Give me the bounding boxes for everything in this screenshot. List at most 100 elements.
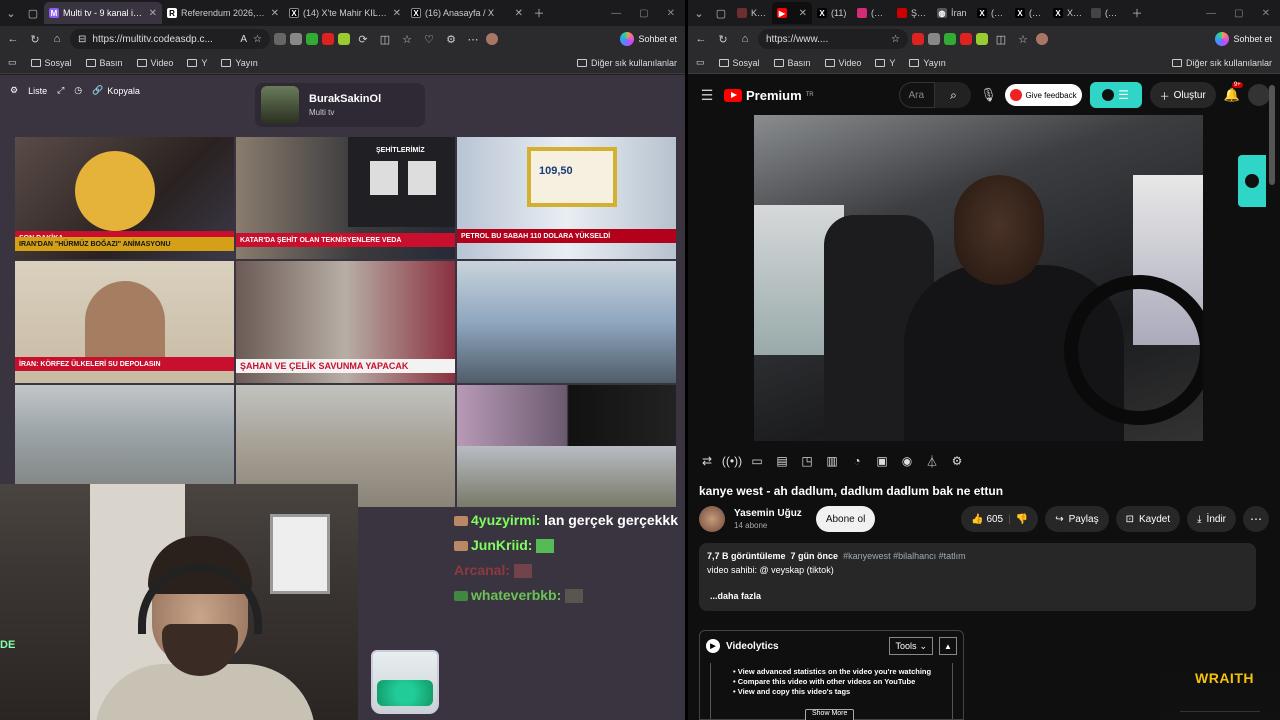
split-view-icon[interactable]: ◫ (376, 30, 394, 48)
tv-tile-5[interactable]: ŞAHAN VE ÇELİK SAVUNMA YAPACAK (236, 261, 455, 383)
new-tab-icon[interactable]: ＋ (528, 2, 550, 24)
image-icon[interactable]: ▣ (873, 452, 891, 470)
copilot-button[interactable]: Sohbet et (1215, 32, 1276, 46)
maximize-icon[interactable]: ▢ (1234, 8, 1243, 19)
settings-button[interactable]: ⚙ (10, 85, 18, 96)
close-tab-icon[interactable]: ✕ (393, 8, 401, 19)
speed-icon[interactable]: ◔ (848, 452, 866, 470)
refresh-icon[interactable]: ↻ (714, 30, 732, 48)
create-button[interactable]: ＋ Oluştur (1149, 82, 1216, 108)
bookmark-folder-y[interactable]: Y (187, 58, 207, 68)
other-bookmarks-folder[interactable]: Diğer sık kullanılanlar (576, 58, 677, 68)
search-input[interactable]: Ara (899, 82, 936, 108)
youtube-logo[interactable]: Premium TR (724, 88, 814, 103)
workspaces-icon[interactable]: ▢ (22, 2, 44, 24)
refresh-ext-icon[interactable]: ⟳ (354, 30, 372, 48)
tools-dropdown[interactable]: Tools ⌄ (889, 637, 933, 655)
extension-icon[interactable] (290, 33, 302, 45)
favorite-star-icon[interactable]: ☆ (253, 34, 262, 45)
tab-sanli[interactable]: Şanlı (892, 2, 932, 24)
tab-x-3[interactable]: X (9) B (1010, 2, 1048, 24)
like-button[interactable]: 👍 605 (971, 514, 1003, 525)
hamburger-menu-icon[interactable]: ☰ (698, 86, 716, 104)
extensions-icon[interactable]: ⚙ (442, 30, 460, 48)
url-field[interactable]: ⊟ https://multitv.codeasdp.c... A ☆ (70, 29, 270, 49)
microphone-icon[interactable]: 🎙 (979, 86, 997, 104)
extension-icon[interactable] (338, 33, 350, 45)
description-box[interactable]: 7,7 B görüntüleme 7 gün önce #kanyewest … (699, 543, 1256, 611)
tab-x-mahir[interactable]: X (14) X'te Mahir KILIÇ: "C ✕ (284, 2, 406, 24)
share-button[interactable]: ↪ Paylaş (1045, 506, 1109, 532)
tab-multitv[interactable]: M Multi tv - 9 kanal izleni ✕ (44, 2, 162, 24)
close-tab-icon[interactable]: ✕ (799, 8, 807, 19)
channel-avatar[interactable] (699, 506, 725, 532)
other-bookmarks-folder[interactable]: Diğer sık kullanılanlar (1171, 58, 1272, 68)
dislike-button[interactable]: 👎 (1016, 514, 1028, 525)
close-window-icon[interactable]: ✕ (667, 8, 675, 19)
extension-menu-button[interactable]: ☰ (1089, 82, 1142, 108)
bookmarks-toggle-icon[interactable]: ▭ (696, 57, 705, 68)
video-player[interactable] (754, 115, 1203, 441)
fullscreen-button[interactable]: ⤢ (57, 85, 64, 96)
tab-menu-icon[interactable]: ⌄ (0, 2, 22, 24)
favorites-icon[interactable]: ☆ (1014, 30, 1032, 48)
bookmark-folder-basin[interactable]: Basın (85, 58, 123, 68)
subtitles-icon[interactable]: ▭ (748, 452, 766, 470)
tab-referendum[interactable]: R Referendum 2026, oggi ✕ (162, 2, 284, 24)
close-window-icon[interactable]: ✕ (1262, 8, 1270, 19)
bookmark-folder-yayin[interactable]: Yayın (909, 58, 946, 68)
tab-youtube[interactable]: ▶ ✕ (772, 2, 812, 24)
download-button[interactable]: ⤓ İndir (1187, 506, 1236, 532)
tv-tile-2[interactable]: ŞEHİTLERİMİZ KATAR'DA ŞEHİT OLAN TEKNİSY… (236, 137, 455, 259)
search-button[interactable]: ⌕ (935, 82, 972, 108)
tab-x-4[interactable]: X X'te (1048, 2, 1086, 24)
notifications-button[interactable]: 🔔 9+ (1224, 82, 1243, 103)
tab-menu-icon[interactable]: ⌄ (688, 2, 710, 24)
bookmark-folder-sosyal[interactable]: Sosyal (718, 58, 760, 68)
account-avatar[interactable] (1248, 84, 1270, 106)
save-button[interactable]: ⊡ Kaydet (1115, 506, 1181, 532)
workspaces-icon[interactable]: ▢ (710, 2, 732, 24)
favorites-icon[interactable]: ☆ (398, 30, 416, 48)
show-more-link[interactable]: ...daha fazla (710, 591, 761, 601)
tab-kick[interactable]: Kick (732, 2, 772, 24)
more-actions-button[interactable]: ⋯ (1243, 506, 1269, 532)
screenshot-icon[interactable]: ◉ (898, 452, 916, 470)
tab-x-home[interactable]: X (16) Anasayfa / X ✕ (406, 2, 528, 24)
settings-gear-icon[interactable]: ⚙ (948, 452, 966, 470)
minimize-icon[interactable]: — (1206, 8, 1216, 19)
filter-icon[interactable]: ⏃ (923, 452, 941, 470)
hashtags[interactable]: #kanyewest #bilalhancı #tatlım (843, 551, 966, 561)
bookmark-folder-y[interactable]: Y (875, 58, 895, 68)
back-icon[interactable]: ← (692, 30, 710, 48)
extension-icon[interactable] (944, 33, 956, 45)
back-icon[interactable]: ← (4, 30, 22, 48)
collapse-button[interactable]: ▲ (939, 637, 957, 655)
profile-avatar[interactable] (486, 33, 498, 45)
scrollbar[interactable] (1269, 85, 1275, 185)
tv-tile-1[interactable]: SON DAKİKA IRAN'DAN "HÜRMÜZ BOĞAZI" ANİM… (15, 137, 234, 259)
bookmark-folder-basin[interactable]: Basın (773, 58, 811, 68)
tab-instagram-2[interactable]: (2) In (1086, 2, 1126, 24)
site-info-icon[interactable]: ⊟ (78, 34, 86, 45)
bookmark-folder-video[interactable]: Video (824, 58, 861, 68)
bookmark-folder-video[interactable]: Video (136, 58, 173, 68)
extension-icon[interactable] (912, 33, 924, 45)
bookmark-folder-yayin[interactable]: Yayın (221, 58, 258, 68)
tab-x-1[interactable]: X (11) (812, 2, 852, 24)
tv-tile-6[interactable] (457, 261, 676, 383)
copy-button[interactable]: 🔗 Kopyala (92, 85, 140, 96)
side-extension-badge[interactable] (1238, 155, 1266, 207)
extension-icon[interactable] (976, 33, 988, 45)
tv-tile-4[interactable]: İRAN: KÖRFEZ ÜLKELERİ SU DEPOLASIN (15, 261, 234, 383)
home-icon[interactable]: ⌂ (736, 30, 754, 48)
copilot-button[interactable]: Sohbet et (620, 32, 681, 46)
extension-icon[interactable] (960, 33, 972, 45)
channel-card[interactable]: BurakSakinOl Multi tv (255, 83, 425, 127)
loop-icon[interactable]: ⇄ (698, 452, 716, 470)
profile-avatar[interactable] (1036, 33, 1048, 45)
split-view-icon[interactable]: ◫ (992, 30, 1010, 48)
film-icon[interactable]: ▤ (773, 452, 791, 470)
extension-icon[interactable] (274, 33, 286, 45)
theater-icon[interactable]: ▥ (823, 452, 841, 470)
